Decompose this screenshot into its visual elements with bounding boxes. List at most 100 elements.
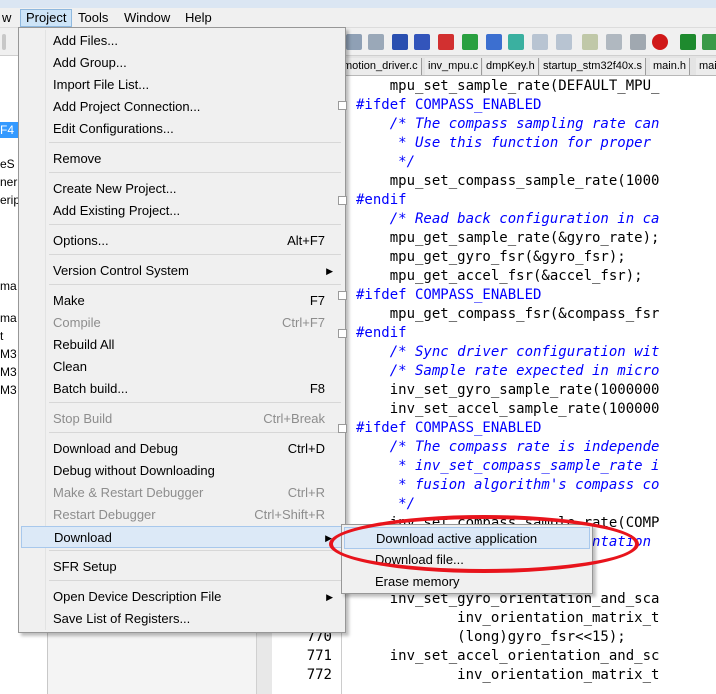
menu-item-restart-debugger: Restart Debugger Ctrl+Shift+R [21, 504, 343, 526]
code-line: /* Sync driver configuration wit [356, 344, 660, 360]
code-line: mpu_set_sample_rate(DEFAULT_MPU_ [356, 78, 660, 94]
menu-item-add-group[interactable]: Add Group... [21, 52, 343, 74]
menu-separator [49, 580, 341, 581]
menu-item-label: Stop Build [53, 411, 113, 426]
fold-marker-icon[interactable] [338, 101, 347, 110]
menu-item-make[interactable]: Make F7 [21, 290, 343, 312]
tab-main-c[interactable]: mai [696, 58, 716, 75]
tool-arrow-icon[interactable] [346, 34, 362, 50]
menu-item-label: Download [54, 530, 112, 545]
menu-tools[interactable]: Tools [73, 9, 113, 27]
code-line: */ [356, 154, 416, 170]
code-editor[interactable]: mpu_set_sample_rate(DEFAULT_MPU_ #ifdef C… [343, 76, 716, 694]
workspace-node[interactable]: erip [0, 192, 20, 208]
menu-item-shortcut: Ctrl+Shift+R [254, 507, 325, 522]
workspace-node[interactable]: ma [0, 278, 17, 294]
menu-item-add-files[interactable]: Add Files... [21, 30, 343, 52]
menu-item-import-file-list[interactable]: Import File List... [21, 74, 343, 96]
workspace-node[interactable]: ma [0, 310, 17, 326]
code-line: inv_set_gyro_sample_rate(1000000 [356, 382, 660, 398]
code-line: mpu_get_sample_rate(&gyro_rate); [356, 230, 660, 246]
tool-next-bookmark-icon[interactable] [462, 34, 478, 50]
menu-item-edit-configurations[interactable]: Edit Configurations... [21, 118, 343, 140]
code-line: * fusion algorithm's compass co [356, 477, 660, 493]
tab-startup[interactable]: startup_stm32f40x.s [540, 58, 647, 75]
tool-stop-icon[interactable] [630, 34, 646, 50]
submenu-item-label: Download active application [376, 531, 538, 546]
menu-item-label: Import File List... [53, 77, 150, 92]
tool-make-icon[interactable] [606, 34, 622, 50]
fold-marker-icon[interactable] [338, 424, 347, 433]
tool-find-icon[interactable] [532, 34, 548, 50]
menu-item-add-existing-project[interactable]: Add Existing Project... [21, 200, 343, 222]
tool-prev-icon[interactable] [486, 34, 502, 50]
menu-item-label: Make [53, 293, 85, 308]
workspace-node[interactable]: M3 [0, 346, 17, 362]
line-number: 771 [306, 648, 332, 664]
menu-separator [49, 172, 341, 173]
code-line: /* Sample rate expected in micro [356, 363, 660, 379]
tab-main-h[interactable]: main.h [650, 58, 691, 75]
workspace-node[interactable]: eS [0, 156, 15, 172]
menu-item-add-project-connection[interactable]: Add Project Connection... [21, 96, 343, 118]
menu-item-create-new-project[interactable]: Create New Project... [21, 178, 343, 200]
download-file-item[interactable]: Download file... [344, 549, 590, 571]
menu-item-label: Save List of Registers... [53, 611, 191, 626]
workspace-node[interactable]: ner [0, 174, 17, 190]
fold-marker-icon[interactable] [338, 329, 347, 338]
menu-item-debug-without-downloading[interactable]: Debug without Downloading [21, 460, 343, 482]
tool-goto-icon[interactable] [414, 34, 430, 50]
menu-window[interactable]: Window [119, 9, 175, 27]
menu-item-options[interactable]: Options... Alt+F7 [21, 230, 343, 252]
menu-item-sfr-setup[interactable]: SFR Setup [21, 556, 343, 578]
menu-item-shortcut: Ctrl+Break [263, 411, 325, 426]
code-line: */ [356, 496, 416, 512]
tool-toggle-breakpoint-icon[interactable] [652, 34, 668, 50]
menu-separator [49, 432, 341, 433]
fold-marker-icon[interactable] [338, 196, 347, 205]
menu-item-label: Batch build... [53, 381, 129, 396]
menu-item-remove[interactable]: Remove [21, 148, 343, 170]
menu-help[interactable]: Help [180, 9, 217, 27]
tab-inv-mpu[interactable]: inv_mpu.c [425, 58, 483, 75]
workspace-selected-node[interactable]: F4 [0, 122, 18, 138]
fold-marker-icon[interactable] [338, 291, 347, 300]
menu-item-clean[interactable]: Clean [21, 356, 343, 378]
menu-view[interactable]: w [0, 9, 16, 27]
menu-item-open-device-description-file[interactable]: Open Device Description File ▶ [21, 586, 343, 608]
menu-item-label: Compile [53, 315, 101, 330]
tool-replace-icon[interactable] [556, 34, 572, 50]
erase-memory-item[interactable]: Erase memory [344, 571, 590, 593]
tab-dmpkey[interactable]: dmpKey.h [483, 58, 539, 75]
menu-item-download[interactable]: Download ▶ [21, 526, 343, 548]
workspace-node[interactable]: t [0, 328, 3, 344]
menu-item-label: Open Device Description File [53, 589, 222, 604]
download-active-application-item[interactable]: Download active application [344, 527, 590, 549]
menu-item-label: Add Existing Project... [53, 203, 181, 218]
tab-motion-driver[interactable]: motion_driver.c [340, 58, 422, 75]
menu-item-label: Edit Configurations... [53, 121, 174, 136]
line-number: 772 [306, 667, 332, 683]
tool-compile-icon[interactable] [582, 34, 598, 50]
menu-item-version-control-system[interactable]: Version Control System ▶ [21, 260, 343, 282]
menu-item-label: Options... [53, 233, 109, 248]
tool-download-debug-icon[interactable] [680, 34, 696, 50]
tool-breakpoint-icon[interactable] [392, 34, 408, 50]
code-line: /* Read back configuration in ca [356, 211, 660, 227]
menu-item-label: Remove [53, 151, 102, 166]
workspace-node[interactable]: M3 [0, 382, 17, 398]
tool-step-icon[interactable] [368, 34, 384, 50]
tool-next-icon[interactable] [508, 34, 524, 50]
workspace-node[interactable]: M3 [0, 364, 17, 380]
menu-project[interactable]: Project [20, 9, 73, 27]
menu-item-rebuild-all[interactable]: Rebuild All [21, 334, 343, 356]
menu-item-label: Create New Project... [53, 181, 177, 196]
tool-debug-icon[interactable] [702, 34, 716, 50]
menu-item-shortcut: Alt+F7 [287, 233, 325, 248]
menu-item-download-and-debug[interactable]: Download and Debug Ctrl+D [21, 438, 343, 460]
menu-item-save-list-of-registers[interactable]: Save List of Registers... [21, 608, 343, 630]
toolbar-grip-icon [2, 34, 6, 50]
tool-bookmark-icon[interactable] [438, 34, 454, 50]
menu-item-label: Restart Debugger [53, 507, 156, 522]
menu-item-batch-build[interactable]: Batch build... F8 [21, 378, 343, 400]
